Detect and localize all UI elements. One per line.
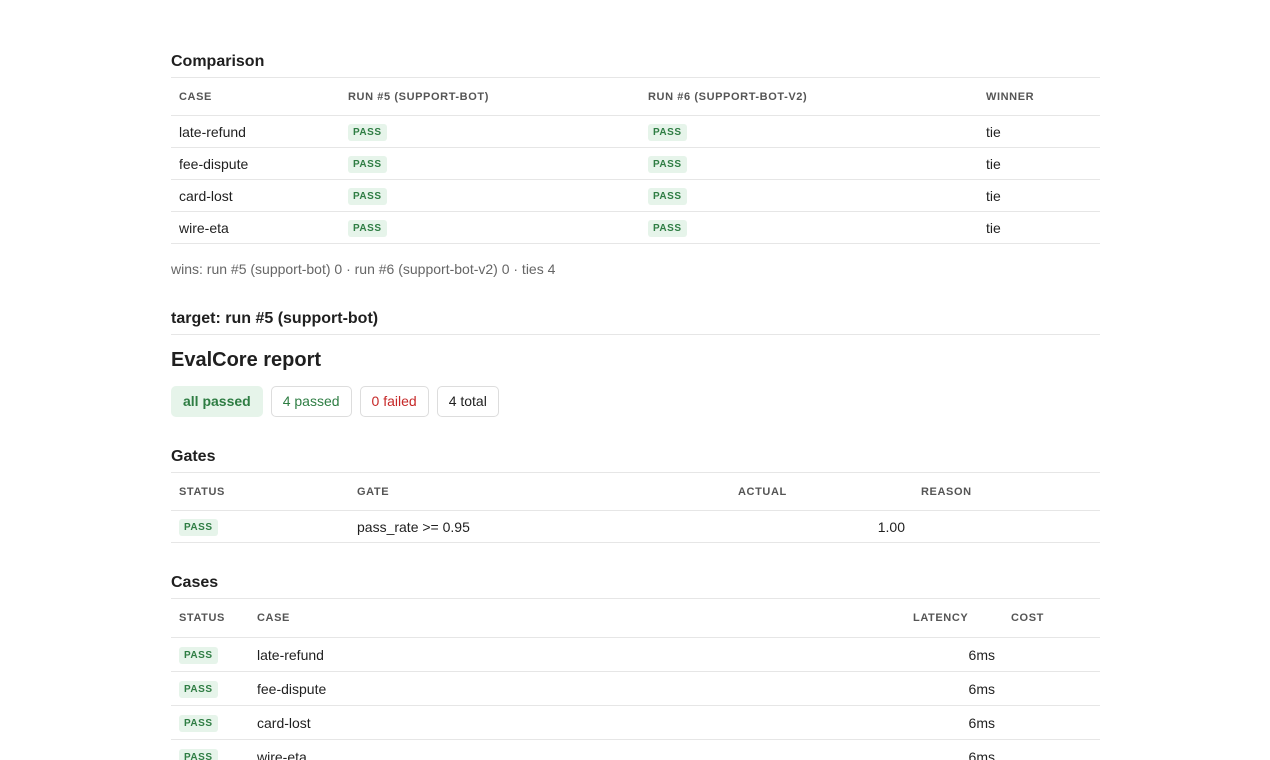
table-row: PASS wire-eta 6ms [171, 739, 1100, 760]
winner-cell: tie [978, 211, 1100, 244]
case-name: card-lost [171, 179, 340, 212]
col-header-case: CASE [249, 599, 905, 638]
case-latency: 6ms [905, 637, 1003, 672]
summary-chips: all passed 4 passed 0 failed 4 total [171, 386, 1100, 417]
cases-heading: Cases [171, 574, 1100, 599]
table-row: PASS card-lost 6ms [171, 705, 1100, 740]
winner-cell: tie [978, 179, 1100, 212]
status-badge: PASS [348, 156, 387, 173]
case-name: wire-eta [171, 211, 340, 244]
report-page: Comparison CASE RUN #5 (SUPPORT-BOT) RUN… [171, 0, 1100, 760]
col-header-latency: LATENCY [905, 599, 1003, 638]
comparison-header-row: CASE RUN #5 (SUPPORT-BOT) RUN #6 (SUPPOR… [171, 78, 1100, 116]
col-header-run-a: RUN #5 (SUPPORT-BOT) [340, 78, 640, 116]
table-row: fee-dispute PASS PASS tie [171, 147, 1100, 180]
target-heading: target: run #5 (support-bot) [171, 310, 1100, 335]
case-latency: 6ms [905, 671, 1003, 706]
all-passed-chip: all passed [171, 386, 263, 417]
col-header-gate: GATE [349, 473, 730, 511]
gates-heading: Gates [171, 448, 1100, 473]
failed-count-chip: 0 failed [359, 386, 429, 417]
report-title: EvalCore report [171, 349, 322, 371]
case-name: fee-dispute [171, 147, 340, 180]
table-row: card-lost PASS PASS tie [171, 179, 1100, 212]
total-count-chip: 4 total [436, 386, 499, 417]
cases-header-row: STATUS CASE LATENCY COST [171, 599, 1100, 638]
status-badge: PASS [179, 749, 218, 760]
status-badge: PASS [348, 188, 387, 205]
winner-cell: tie [978, 115, 1100, 148]
gate-reason [913, 510, 1100, 543]
table-row: wire-eta PASS PASS tie [171, 211, 1100, 244]
wins-summary: wins: run #5 (support-bot) 0 · run #6 (s… [171, 261, 556, 277]
passed-count-chip: 4 passed [270, 386, 352, 417]
winner-cell: tie [978, 147, 1100, 180]
case-cost [1003, 705, 1100, 740]
case-name: fee-dispute [249, 671, 905, 706]
col-header-reason: REASON [913, 473, 1100, 511]
case-name: wire-eta [249, 739, 905, 760]
status-badge: PASS [179, 647, 218, 664]
status-badge: PASS [648, 188, 687, 205]
gate-expression: pass_rate >= 0.95 [349, 510, 730, 543]
case-cost [1003, 671, 1100, 706]
table-row: PASS late-refund 6ms [171, 637, 1100, 672]
case-name: late-refund [249, 637, 905, 672]
comparison-heading: Comparison [171, 53, 1100, 78]
comparison-table: CASE RUN #5 (SUPPORT-BOT) RUN #6 (SUPPOR… [171, 78, 1100, 244]
case-latency: 6ms [905, 705, 1003, 740]
col-header-cost: COST [1003, 599, 1100, 638]
status-badge: PASS [179, 681, 218, 698]
col-header-winner: WINNER [978, 78, 1100, 116]
col-header-status: STATUS [171, 599, 249, 638]
cases-table: STATUS CASE LATENCY COST PASS late-refun… [171, 599, 1100, 760]
status-badge: PASS [648, 220, 687, 237]
status-badge: PASS [348, 124, 387, 141]
status-badge: PASS [179, 715, 218, 732]
table-row: PASS fee-dispute 6ms [171, 671, 1100, 706]
case-latency: 6ms [905, 739, 1003, 760]
gates-table: STATUS GATE ACTUAL REASON PASS pass_rate… [171, 473, 1100, 543]
col-header-status: STATUS [171, 473, 349, 511]
case-cost [1003, 739, 1100, 760]
case-name: late-refund [171, 115, 340, 148]
col-header-case: CASE [171, 78, 340, 116]
case-name: card-lost [249, 705, 905, 740]
col-header-run-b: RUN #6 (SUPPORT-BOT-V2) [640, 78, 978, 116]
col-header-actual: ACTUAL [730, 473, 913, 511]
gate-actual: 1.00 [730, 510, 913, 543]
case-cost [1003, 637, 1100, 672]
gates-header-row: STATUS GATE ACTUAL REASON [171, 473, 1100, 511]
table-row: late-refund PASS PASS tie [171, 115, 1100, 148]
table-row: PASS pass_rate >= 0.95 1.00 [171, 510, 1100, 543]
status-badge: PASS [648, 156, 687, 173]
status-badge: PASS [179, 519, 218, 536]
status-badge: PASS [348, 220, 387, 237]
status-badge: PASS [648, 124, 687, 141]
